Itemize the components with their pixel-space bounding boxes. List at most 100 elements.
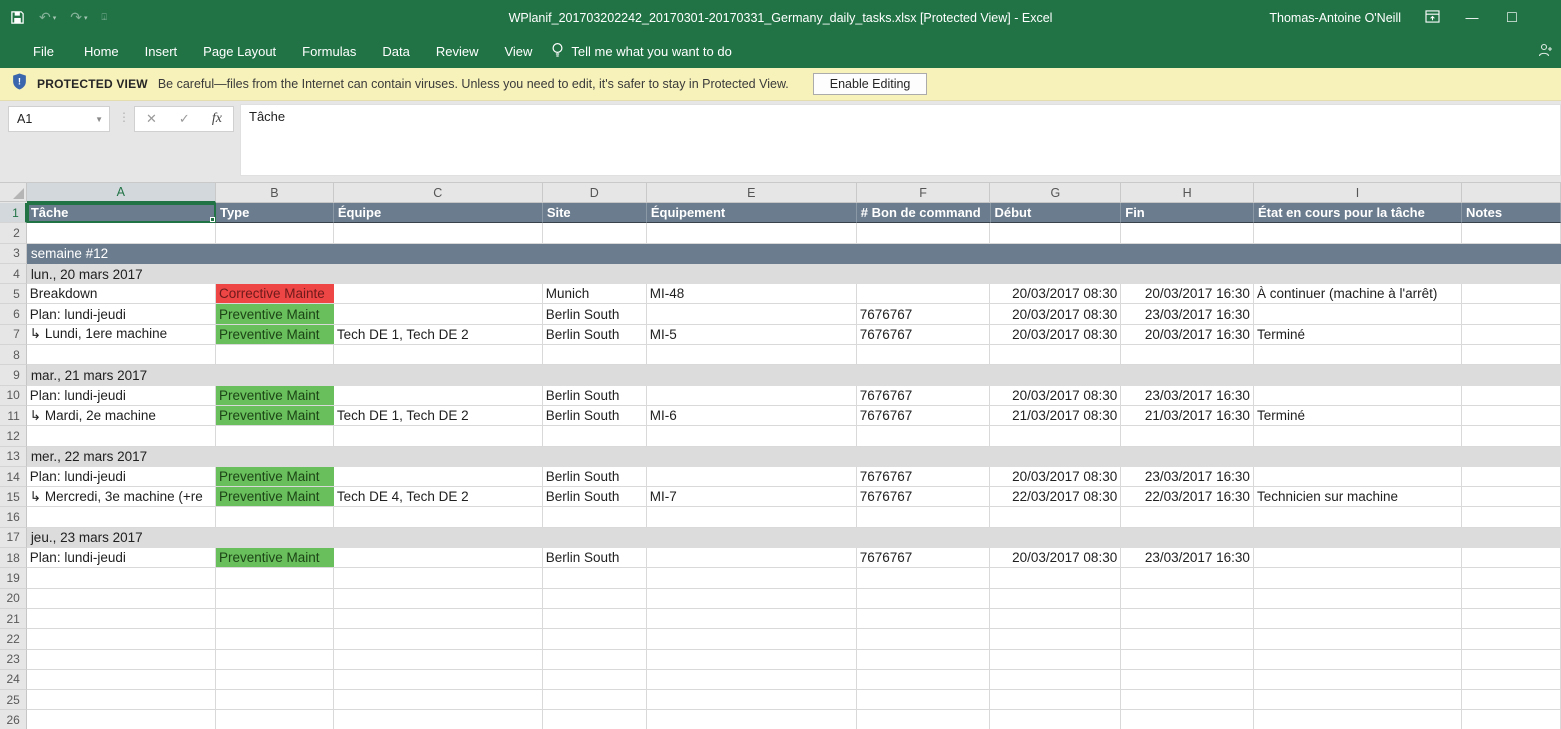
cell-I20[interactable] xyxy=(1254,589,1462,609)
cell-B22[interactable] xyxy=(216,629,334,649)
cell-E25[interactable] xyxy=(647,690,857,710)
cell-D23[interactable] xyxy=(543,650,647,670)
cell-J7[interactable] xyxy=(1462,325,1561,345)
header-cell-B[interactable]: Type xyxy=(216,203,334,223)
tab-page-layout[interactable]: Page Layout xyxy=(190,35,289,68)
cell-B16[interactable] xyxy=(216,507,334,527)
cell-B8[interactable] xyxy=(216,345,334,365)
cell-B26[interactable] xyxy=(216,710,334,729)
cell-I6[interactable] xyxy=(1254,304,1462,324)
cell-C12[interactable] xyxy=(334,426,543,446)
cell-A15[interactable]: ↳ Mercredi, 3e machine (+re xyxy=(27,487,216,507)
cell-J11[interactable] xyxy=(1462,406,1561,426)
cell-J8[interactable] xyxy=(1462,345,1561,365)
cell-H12[interactable] xyxy=(1121,426,1254,446)
cell-G12[interactable] xyxy=(990,426,1121,446)
row-number-21[interactable]: 21 xyxy=(0,609,27,629)
cell-E8[interactable] xyxy=(647,345,857,365)
cell-H16[interactable] xyxy=(1121,507,1254,527)
cell-E18[interactable] xyxy=(647,548,857,568)
header-cell-H[interactable]: Fin xyxy=(1121,203,1254,223)
cell-F21[interactable] xyxy=(857,609,991,629)
row-number-7[interactable]: 7 xyxy=(0,325,27,345)
enable-editing-button[interactable]: Enable Editing xyxy=(813,73,928,95)
cell-G2[interactable] xyxy=(990,223,1121,243)
maximize-button[interactable]: □ xyxy=(1503,9,1521,27)
cell-E6[interactable] xyxy=(647,304,857,324)
cell-B23[interactable] xyxy=(216,650,334,670)
cell-C5[interactable] xyxy=(334,284,543,304)
column-header-C[interactable]: C xyxy=(334,183,543,203)
cell-G10[interactable]: 20/03/2017 08:30 xyxy=(990,386,1121,406)
cell-G26[interactable] xyxy=(990,710,1121,729)
cell-D15[interactable]: Berlin South xyxy=(543,487,647,507)
cell-G16[interactable] xyxy=(990,507,1121,527)
cancel-entry-icon[interactable]: ✕ xyxy=(146,111,157,127)
cell-I24[interactable] xyxy=(1254,670,1462,690)
cell-F5[interactable] xyxy=(857,284,991,304)
cell-B21[interactable] xyxy=(216,609,334,629)
cell-A11[interactable]: ↳ Mardi, 2e machine xyxy=(27,406,216,426)
cell-H24[interactable] xyxy=(1121,670,1254,690)
cell-A20[interactable] xyxy=(27,589,216,609)
cell-J15[interactable] xyxy=(1462,487,1561,507)
cell-H22[interactable] xyxy=(1121,629,1254,649)
signed-in-user[interactable]: Thomas-Antoine O'Neill xyxy=(1269,11,1401,25)
cell-F12[interactable] xyxy=(857,426,991,446)
undo-icon[interactable]: ↶▾ xyxy=(39,9,56,26)
cell-A8[interactable] xyxy=(27,345,216,365)
cell-I8[interactable] xyxy=(1254,345,1462,365)
cell-I7[interactable]: Terminé xyxy=(1254,325,1462,345)
cell-H11[interactable]: 21/03/2017 16:30 xyxy=(1121,406,1254,426)
cell-C26[interactable] xyxy=(334,710,543,729)
cell-I14[interactable] xyxy=(1254,467,1462,487)
cell-I11[interactable]: Terminé xyxy=(1254,406,1462,426)
cell-A6[interactable]: Plan: lundi-jeudi xyxy=(27,304,216,324)
cell-G18[interactable]: 20/03/2017 08:30 xyxy=(990,548,1121,568)
cell-B11[interactable]: Preventive Maint xyxy=(216,406,334,426)
cell-G24[interactable] xyxy=(990,670,1121,690)
cell-F8[interactable] xyxy=(857,345,991,365)
cell-J23[interactable] xyxy=(1462,650,1561,670)
cell-B19[interactable] xyxy=(216,568,334,588)
cell-I23[interactable] xyxy=(1254,650,1462,670)
cell-I12[interactable] xyxy=(1254,426,1462,446)
cell-A19[interactable] xyxy=(27,568,216,588)
cell-F19[interactable] xyxy=(857,568,991,588)
cell-J19[interactable] xyxy=(1462,568,1561,588)
cell-F15[interactable]: 7676767 xyxy=(857,487,991,507)
cell-F16[interactable] xyxy=(857,507,991,527)
confirm-entry-icon[interactable]: ✓ xyxy=(179,111,190,127)
row-number-26[interactable]: 26 xyxy=(0,710,27,729)
cell-I5[interactable]: À continuer (machine à l'arrêt) xyxy=(1254,284,1462,304)
cell-B5[interactable]: Corrective Mainte xyxy=(216,284,334,304)
cell-F20[interactable] xyxy=(857,589,991,609)
tab-file[interactable]: File xyxy=(16,35,71,68)
cell-H23[interactable] xyxy=(1121,650,1254,670)
cell-C16[interactable] xyxy=(334,507,543,527)
cell-D10[interactable]: Berlin South xyxy=(543,386,647,406)
cell-I25[interactable] xyxy=(1254,690,1462,710)
header-cell-notes[interactable]: Notes xyxy=(1462,203,1561,223)
cell-A23[interactable] xyxy=(27,650,216,670)
cell-E10[interactable] xyxy=(647,386,857,406)
cell-B24[interactable] xyxy=(216,670,334,690)
cell-C25[interactable] xyxy=(334,690,543,710)
cell-B7[interactable]: Preventive Maint xyxy=(216,325,334,345)
cell-J14[interactable] xyxy=(1462,467,1561,487)
column-header-H[interactable]: H xyxy=(1121,183,1254,203)
cell-E22[interactable] xyxy=(647,629,857,649)
row-number-14[interactable]: 14 xyxy=(0,467,27,487)
cell-D6[interactable]: Berlin South xyxy=(543,304,647,324)
cell-G6[interactable]: 20/03/2017 08:30 xyxy=(990,304,1121,324)
cell-C7[interactable]: Tech DE 1, Tech DE 2 xyxy=(334,325,543,345)
column-header-A[interactable]: A xyxy=(27,183,216,203)
cell-D19[interactable] xyxy=(543,568,647,588)
cell-H20[interactable] xyxy=(1121,589,1254,609)
cell-A21[interactable] xyxy=(27,609,216,629)
cell-D20[interactable] xyxy=(543,589,647,609)
cell-G14[interactable]: 20/03/2017 08:30 xyxy=(990,467,1121,487)
cell-C18[interactable] xyxy=(334,548,543,568)
column-header-D[interactable]: D xyxy=(543,183,647,203)
day-band[interactable]: jeu., 23 mars 2017 xyxy=(27,528,1561,548)
